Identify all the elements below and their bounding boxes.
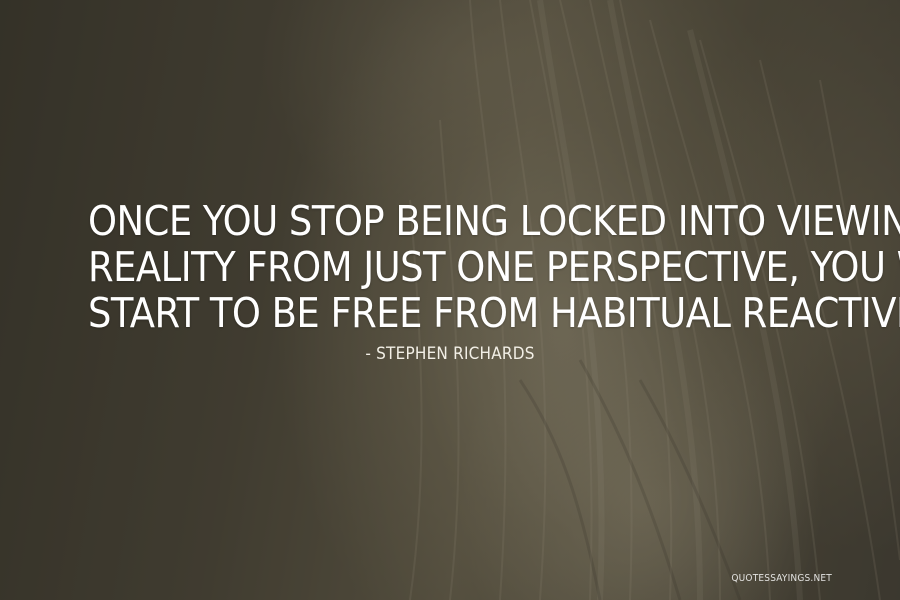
quote-line: ONCE YOU STOP BEING LOCKED INTO VIEWING bbox=[88, 197, 900, 245]
site-watermark: QUOTESSAYINGS.NET bbox=[731, 573, 832, 584]
quote-line: START TO BE FREE FROM HABITUAL REACTIVIT… bbox=[88, 289, 900, 337]
quote-text: ONCE YOU STOP BEING LOCKED INTO VIEWING … bbox=[88, 197, 900, 337]
quote-line: REALITY FROM JUST ONE PERSPECTIVE, YOU W… bbox=[88, 243, 900, 291]
quote-image: ONCE YOU STOP BEING LOCKED INTO VIEWING … bbox=[0, 0, 900, 600]
quote-author: - STEPHEN RICHARDS bbox=[365, 344, 535, 364]
